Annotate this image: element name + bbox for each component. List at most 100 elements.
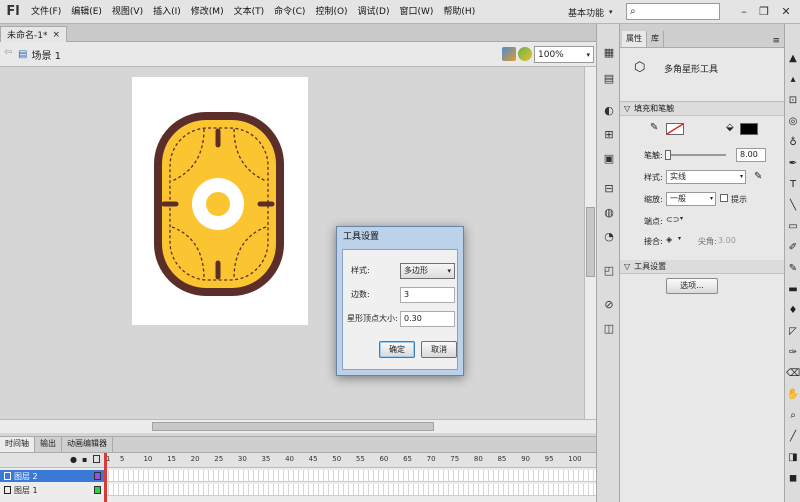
- layer-row[interactable]: 图层 2: [0, 470, 596, 482]
- layer-frames[interactable]: [104, 484, 596, 496]
- timeline-tab[interactable]: 动画编辑器: [62, 437, 113, 452]
- scene-breadcrumb[interactable]: ▤ 场景 1: [18, 47, 61, 62]
- stroke-style-select[interactable]: 实线 ▾: [666, 170, 746, 184]
- tool-icon[interactable]: ♦: [786, 304, 800, 318]
- outline-icon[interactable]: [93, 455, 100, 463]
- tool-icon[interactable]: ◼: [786, 472, 800, 486]
- tool-icon[interactable]: ⊡: [786, 94, 800, 108]
- tool-icon[interactable]: ╲: [786, 199, 800, 213]
- tool-icon[interactable]: ◸: [786, 325, 800, 339]
- properties-tab[interactable]: 库: [647, 31, 664, 47]
- menu-item[interactable]: 编辑(E): [66, 0, 107, 24]
- layer-color-swatch[interactable]: [94, 486, 101, 494]
- tool-icon[interactable]: ▬: [786, 283, 800, 297]
- scrollbar-thumb[interactable]: [152, 422, 434, 431]
- tool-icon[interactable]: T: [786, 178, 800, 192]
- tool-icon[interactable]: ✑: [786, 346, 800, 360]
- lock-icon[interactable]: ▪: [82, 455, 87, 464]
- close-tab-icon[interactable]: ×: [52, 30, 60, 40]
- tool-settings-section[interactable]: ▽ 工具设置: [620, 260, 784, 274]
- dock-panel-icon[interactable]: ▦: [602, 46, 616, 60]
- layer-row[interactable]: 图层 1: [0, 484, 596, 496]
- tool-icon[interactable]: ⌕: [786, 409, 800, 423]
- stage-area[interactable]: [0, 67, 584, 419]
- menu-item[interactable]: 帮助(H): [438, 0, 480, 24]
- sides-input[interactable]: 3: [400, 287, 455, 303]
- layer-name-cell[interactable]: 图层 1: [0, 484, 104, 496]
- tool-icon[interactable]: ▭: [786, 220, 800, 234]
- help-search-input[interactable]: ⌕: [626, 3, 720, 20]
- stroke-width-input[interactable]: 8.00: [736, 148, 766, 162]
- playhead[interactable]: [104, 453, 107, 502]
- menu-item[interactable]: 文件(F): [26, 0, 66, 24]
- menu-item[interactable]: 命令(C): [269, 0, 310, 24]
- ok-button[interactable]: 确定: [379, 341, 415, 358]
- tool-icon[interactable]: ⌫: [786, 367, 800, 381]
- menu-item[interactable]: 视图(V): [107, 0, 148, 24]
- stroke-slider[interactable]: [665, 150, 726, 160]
- menu-item[interactable]: 修改(M): [186, 0, 229, 24]
- close-window-button[interactable]: ✕: [776, 2, 796, 20]
- badge-artwork[interactable]: [132, 77, 308, 325]
- chevron-down-icon[interactable]: ▾: [678, 235, 681, 242]
- scrollbar-thumb[interactable]: [586, 207, 595, 277]
- edit-symbol-icon[interactable]: [518, 47, 532, 61]
- miter-value[interactable]: 3.00: [718, 236, 736, 245]
- fill-stroke-section[interactable]: ▽ 填充和笔触: [620, 102, 784, 116]
- tool-icon[interactable]: ✋: [786, 388, 800, 402]
- stage-canvas[interactable]: [132, 77, 308, 325]
- tool-icon[interactable]: ✒: [786, 157, 800, 171]
- tool-icon[interactable]: ✐: [786, 241, 800, 255]
- properties-tab[interactable]: 属性: [622, 31, 647, 47]
- menu-item[interactable]: 窗口(W): [395, 0, 439, 24]
- tool-icon[interactable]: ◨: [786, 451, 800, 465]
- document-tab[interactable]: 未命名-1* ×: [0, 26, 68, 42]
- tool-icon[interactable]: ╱: [786, 430, 800, 444]
- layer-frames[interactable]: [104, 470, 596, 482]
- join-icon[interactable]: ◈: [666, 235, 672, 244]
- eye-icon[interactable]: ●: [70, 455, 77, 464]
- slider-thumb[interactable]: [665, 150, 671, 160]
- panel-menu-icon[interactable]: ≡: [772, 36, 780, 46]
- chevron-down-icon[interactable]: ▾: [680, 215, 683, 222]
- timeline-panel[interactable]: ● ▪ 1 5 10 15 20 25 30 35 40 45 50 55 60 65 70 75 80 85 90…: [0, 453, 596, 502]
- edit-style-icon[interactable]: ✎: [754, 171, 762, 182]
- fill-color-swatch[interactable]: [740, 123, 758, 135]
- workspace-switcher[interactable]: 基本功能 ▾: [568, 2, 613, 22]
- dock-panel-icon[interactable]: ⊞: [602, 128, 616, 142]
- dock-panel-icon[interactable]: ◫: [602, 322, 616, 336]
- dock-panel-icon[interactable]: ⊟: [602, 182, 616, 196]
- dock-panel-icon[interactable]: ◰: [602, 264, 616, 278]
- tool-icon[interactable]: ✎: [786, 262, 800, 276]
- layer-color-swatch[interactable]: [94, 472, 101, 480]
- back-arrow-icon[interactable]: ⇦: [4, 47, 12, 58]
- hint-checkbox[interactable]: [720, 194, 728, 202]
- cap-icon[interactable]: ⊂⊃: [666, 215, 679, 224]
- menu-item[interactable]: 文本(T): [229, 0, 270, 24]
- horizontal-scrollbar[interactable]: [0, 419, 596, 433]
- menu-item[interactable]: 控制(O): [310, 0, 352, 24]
- scale-select[interactable]: 一般 ▾: [666, 192, 716, 206]
- star-point-input[interactable]: 0.30: [400, 311, 455, 327]
- timeline-tab[interactable]: 时间轴: [0, 437, 35, 452]
- dock-panel-icon[interactable]: ◔: [602, 230, 616, 244]
- dock-panel-icon[interactable]: ⊘: [602, 298, 616, 312]
- layer-name-cell[interactable]: 图层 2: [0, 470, 104, 482]
- timeline-tab[interactable]: 输出: [35, 437, 62, 452]
- tool-icon[interactable]: ♁: [786, 136, 800, 150]
- options-button[interactable]: 选项...: [666, 278, 718, 294]
- dock-panel-icon[interactable]: ▣: [602, 152, 616, 166]
- dock-panel-icon[interactable]: ◐: [602, 104, 616, 118]
- dock-panel-icon[interactable]: ▤: [602, 72, 616, 86]
- tool-icon[interactable]: ◎: [786, 115, 800, 129]
- tool-icon[interactable]: ▲: [786, 52, 800, 66]
- stroke-color-swatch[interactable]: [666, 123, 684, 135]
- menu-item[interactable]: 插入(I): [148, 0, 186, 24]
- style-select[interactable]: 多边形 ▾: [400, 263, 455, 279]
- minimize-button[interactable]: –: [734, 2, 754, 20]
- tool-icon[interactable]: ▴: [786, 73, 800, 87]
- cancel-button[interactable]: 取消: [421, 341, 457, 358]
- dock-panel-icon[interactable]: ◍: [602, 206, 616, 220]
- zoom-select[interactable]: 100% ▾: [534, 46, 594, 63]
- menu-item[interactable]: 调试(D): [353, 0, 395, 24]
